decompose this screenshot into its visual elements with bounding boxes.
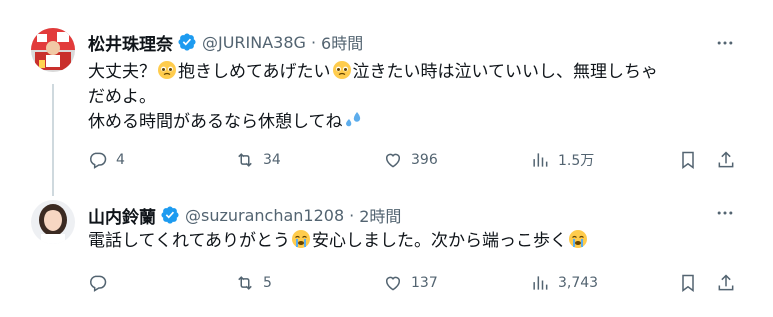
text-line: 安心しました。次から端っこ歩く (311, 231, 567, 251)
bookmark-icon (682, 274, 694, 292)
more-dots-icon[interactable] (713, 31, 737, 55)
views-button[interactable]: 1.5万 (530, 148, 594, 172)
text-line: 大丈夫？ (88, 62, 156, 82)
reply-button[interactable] (88, 271, 116, 295)
display-name[interactable]: 山内鈴蘭 (88, 203, 156, 228)
like-button[interactable]: 396 (383, 148, 438, 172)
avatar[interactable] (31, 200, 75, 244)
tweet-1-text: 大丈夫？ 抱きしめてあげたい 泣きたい時は泣いていいし、無理しちゃ だめよ。 休める… (88, 60, 738, 135)
heart-icon (386, 276, 400, 291)
reply-count: 4 (116, 152, 125, 168)
reply-button[interactable]: 4 (88, 148, 125, 172)
display-name[interactable]: 松井珠理奈 (88, 30, 173, 55)
tweet-1-header: 松井珠理奈 @JURINA38G · 6時間 (88, 30, 363, 55)
retweet-button[interactable]: 34 (235, 148, 281, 172)
like-count: 396 (411, 152, 438, 168)
timestamp[interactable]: 2時間 (359, 203, 401, 227)
crying-face-icon (291, 230, 310, 248)
like-count: 137 (411, 275, 438, 291)
heart-icon (386, 153, 400, 168)
share-icon (718, 151, 734, 168)
handle[interactable]: @suzuranchan1208 (185, 206, 344, 225)
pleading-face-icon (158, 61, 176, 79)
text-line: 泣きたい時は泣いていいし、無理しちゃ (352, 62, 659, 82)
avatar[interactable] (31, 28, 75, 72)
separator-dot: · (310, 32, 317, 52)
more-dots-icon[interactable] (713, 201, 737, 225)
crying-face-icon (568, 230, 587, 248)
views-button[interactable]: 3,743 (530, 271, 598, 295)
views-chart-icon (533, 276, 548, 290)
pleading-face-icon (332, 61, 351, 79)
thread-line (52, 84, 54, 196)
verified-badge-icon (178, 33, 196, 51)
views-count: 1.5万 (558, 153, 595, 169)
sweat-droplets-icon (345, 112, 360, 127)
reply-icon (90, 152, 107, 169)
text-line: 休める時間があるなら休憩してね (88, 112, 343, 132)
separator-dot: · (349, 205, 355, 225)
bookmark-button[interactable] (678, 271, 698, 295)
like-button[interactable]: 137 (383, 271, 438, 295)
retweet-count: 34 (263, 152, 281, 168)
reply-icon (90, 275, 107, 292)
tweet-2-text: 電話してくれてありがとう 安心しました。次から端っこ歩く (88, 229, 738, 254)
tweet-1-actions: 4 34 396 1.5万 (88, 148, 743, 172)
retweet-icon (238, 153, 252, 167)
share-icon (718, 274, 734, 291)
retweet-count: 5 (263, 275, 272, 291)
handle[interactable]: @JURINA38G (202, 33, 306, 52)
tweet-2-actions: 5 137 3,743 (88, 271, 743, 295)
text-line: だめよ。 (88, 87, 156, 107)
views-chart-icon (533, 153, 548, 167)
timestamp[interactable]: 6時間 (321, 30, 363, 54)
views-count: 3,743 (558, 275, 599, 291)
tweet-2-header: 山内鈴蘭 @suzuranchan1208 · 2時間 (88, 203, 401, 228)
share-button[interactable] (716, 271, 736, 295)
verified-badge-icon (161, 206, 179, 224)
text-line: 抱きしめてあげたい (178, 62, 331, 82)
bookmark-button[interactable] (678, 148, 698, 172)
bookmark-icon (682, 151, 694, 169)
text-line: 電話してくれてありがとう (88, 231, 290, 251)
share-button[interactable] (716, 148, 736, 172)
retweet-icon (238, 276, 252, 290)
retweet-button[interactable]: 5 (235, 271, 272, 295)
